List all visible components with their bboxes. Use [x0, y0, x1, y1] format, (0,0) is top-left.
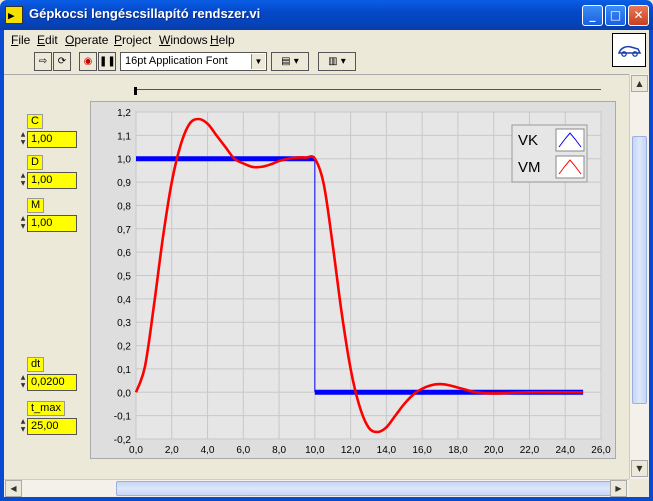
y-tick-label: 1,1: [117, 131, 131, 142]
x-tick-label: 12,0: [341, 445, 361, 456]
x-tick-label: 6,0: [236, 445, 250, 456]
y-tick-label: 0,1: [117, 365, 131, 376]
menu-help[interactable]: Help: [210, 33, 235, 47]
labview-icon[interactable]: ▶: [5, 6, 23, 24]
menu-project[interactable]: Project: [114, 33, 151, 47]
scroll-down-button[interactable]: ▼: [631, 460, 648, 477]
chart-svg: 0,0 2,0 4,0 6,0 8,0 10,0 12,0 14,0 16,0 18,0 20,0 2…: [114, 108, 611, 456]
dt-spinner[interactable]: ▲ ▼: [19, 374, 27, 391]
horizontal-scrollbar[interactable]: ◀ ▶: [4, 479, 629, 497]
minimize-button[interactable]: _: [582, 5, 603, 26]
m-label: M: [27, 198, 45, 213]
vertical-scrollbar[interactable]: ▲ ▼: [629, 74, 649, 479]
d-input[interactable]: 1,00: [27, 172, 77, 189]
window-title: Gépkocsi lengéscsillapító rendszer.vi: [29, 6, 261, 21]
x-tick-label: 22,0: [520, 445, 540, 456]
c-label: C: [27, 114, 43, 129]
y-tick-label: -0,1: [114, 412, 132, 423]
x-tick-label: 18,0: [448, 445, 468, 456]
font-select-value: 16pt Application Font: [125, 55, 228, 67]
y-tick-label: 0,5: [117, 272, 131, 283]
x-tick-label: 2,0: [165, 445, 179, 456]
c-input[interactable]: 1,00: [27, 131, 77, 148]
maximize-button[interactable]: □: [605, 5, 626, 26]
scroll-left-button[interactable]: ◀: [5, 480, 22, 497]
y-tick-label: 0,0: [117, 388, 131, 399]
m-spinner[interactable]: ▲ ▼: [19, 215, 27, 232]
scroll-up-button[interactable]: ▲: [631, 75, 648, 92]
waveform-graph[interactable]: 0,0 2,0 4,0 6,0 8,0 10,0 12,0 14,0 16,0 18,0 20,0 2…: [90, 101, 616, 459]
x-tick-label: 4,0: [201, 445, 215, 456]
y-tick-label: 0,7: [117, 225, 131, 236]
menu-operate[interactable]: Operate: [65, 33, 108, 47]
y-tick-label: 0,9: [117, 178, 131, 189]
pause-icon[interactable]: ❚❚: [98, 52, 116, 71]
chevron-down-icon: ▼: [251, 54, 265, 69]
x-tick-label: 20,0: [484, 445, 504, 456]
t-max-input[interactable]: 25,00: [27, 418, 77, 435]
distribute-objects-button[interactable]: ▥ ▾: [318, 52, 356, 71]
y-tick-label: 0,2: [117, 342, 131, 353]
window-frame: [0, 497, 653, 501]
menu-edit[interactable]: Edit: [37, 33, 58, 47]
align-objects-button[interactable]: ▤ ▾: [271, 52, 309, 71]
y-tick-label: 0,3: [117, 318, 131, 329]
y-tick-label: 1,2: [117, 108, 131, 119]
panel-divider: [135, 89, 601, 91]
d-spinner[interactable]: ▲ ▼: [19, 172, 27, 189]
legend-vm-label: VM: [518, 159, 541, 176]
run-continuously-icon[interactable]: ⟳: [53, 52, 71, 71]
dt-input[interactable]: 0,0200: [27, 374, 77, 391]
x-tick-label: 26,0: [591, 445, 611, 456]
menu-windows[interactable]: Windows: [159, 33, 208, 47]
menu-file[interactable]: File: [11, 33, 30, 47]
abort-icon[interactable]: ◉: [79, 52, 97, 71]
scroll-right-button[interactable]: ▶: [610, 480, 627, 497]
y-tick-label: 0,4: [117, 295, 131, 306]
y-tick-label: 1,0: [117, 155, 131, 166]
menu-bar: File Edit Operate Project Windows Help: [4, 30, 649, 50]
x-tick-label: 16,0: [412, 445, 432, 456]
x-tick-label: 24,0: [555, 445, 575, 456]
title-bar: ▶ Gépkocsi lengéscsillapító rendszer.vi …: [0, 0, 653, 30]
x-tick-label: 10,0: [305, 445, 325, 456]
t-max-spinner[interactable]: ▲ ▼: [19, 418, 27, 435]
c-spinner[interactable]: ▲ ▼: [19, 131, 27, 148]
x-tick-label: 8,0: [272, 445, 286, 456]
t-max-label: t_max: [27, 401, 65, 416]
dt-label: dt: [27, 357, 45, 372]
legend-vk-label: VK: [518, 132, 538, 149]
close-button[interactable]: ✕: [628, 5, 649, 26]
x-tick-label: 0,0: [129, 445, 143, 456]
horizontal-scroll-thumb[interactable]: [116, 481, 616, 496]
window-frame: [649, 30, 653, 501]
font-select[interactable]: 16pt Application Font ▼: [120, 52, 267, 71]
vertical-scroll-thumb[interactable]: [632, 136, 647, 404]
d-label: D: [27, 155, 43, 170]
vi-icon[interactable]: [612, 33, 646, 67]
panel-marker: [134, 87, 137, 95]
y-tick-label: -0,2: [114, 435, 132, 446]
y-tick-label: 0,6: [117, 248, 131, 259]
y-tick-label: 0,8: [117, 201, 131, 212]
run-icon[interactable]: ⇨: [34, 52, 52, 71]
toolbar: ⇨ ⟳ ◉ ❚❚ 16pt Application Font ▼ ▤ ▾ ▥ ▾: [4, 50, 649, 74]
x-tick-label: 14,0: [377, 445, 397, 456]
m-input[interactable]: 1,00: [27, 215, 77, 232]
